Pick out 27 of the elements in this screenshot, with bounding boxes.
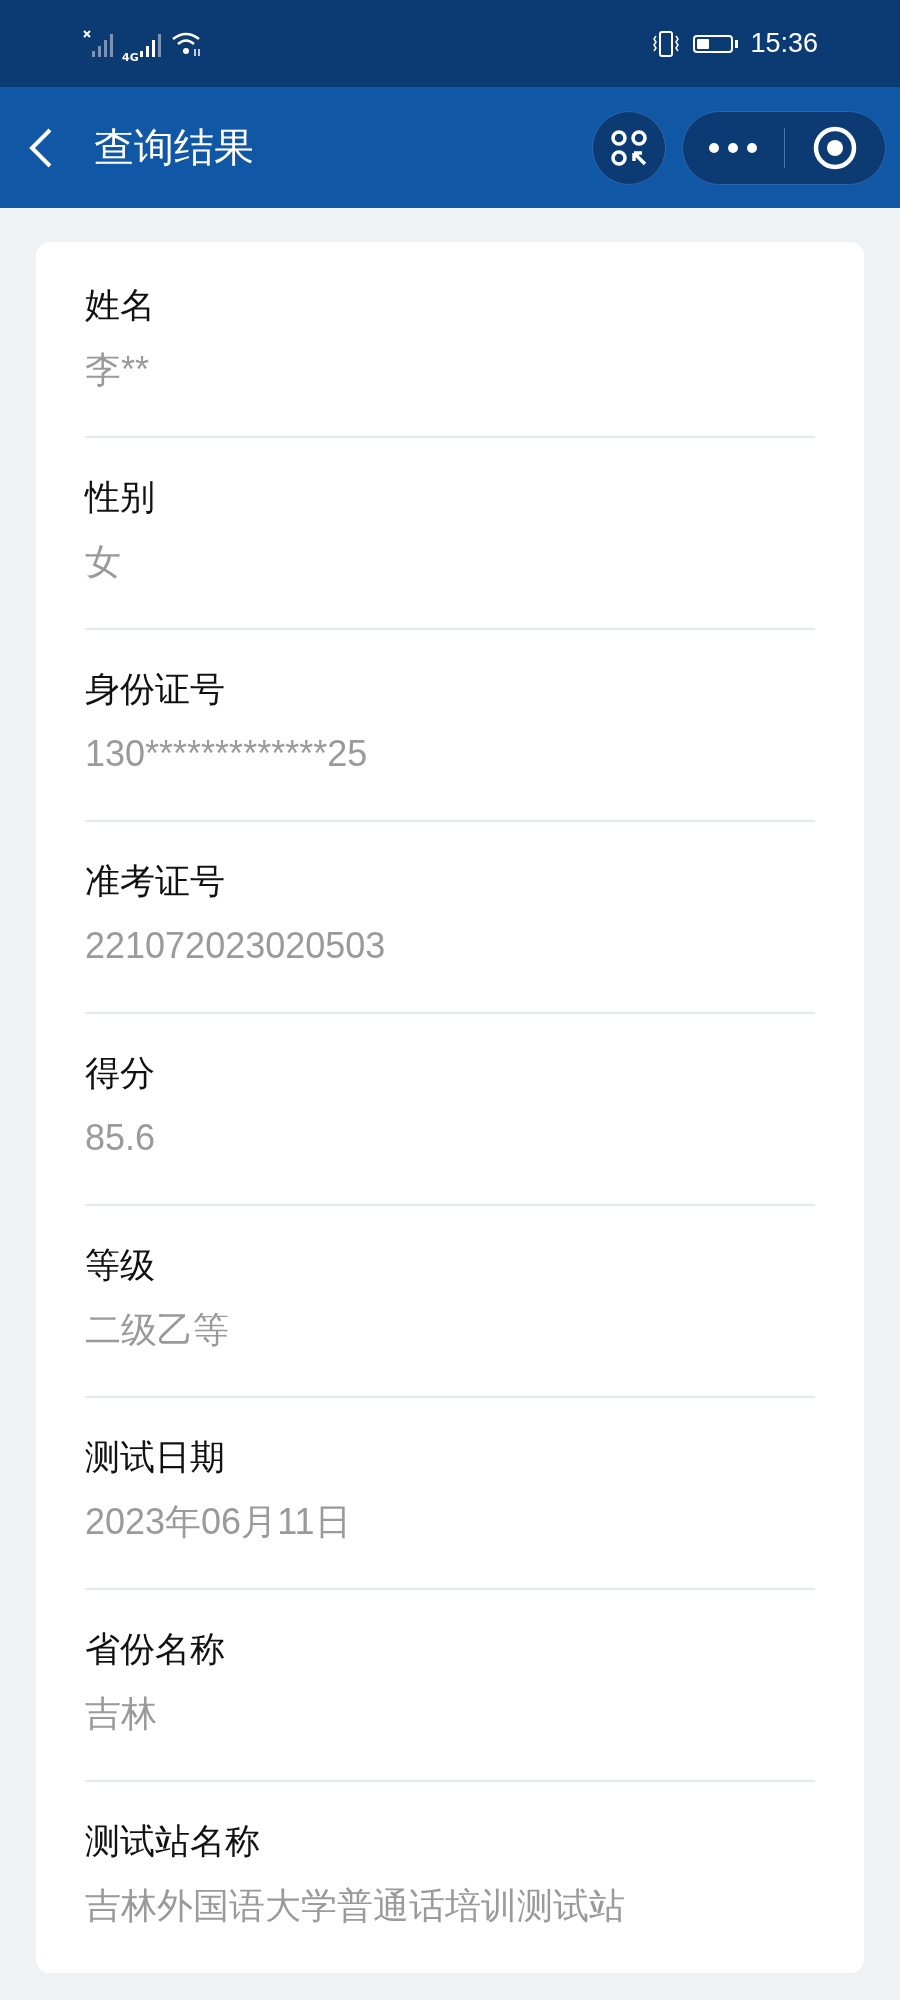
network-type: 4G — [122, 51, 139, 64]
field-label: 性别 — [85, 476, 156, 519]
field-label: 等级 — [85, 1244, 156, 1287]
target-icon — [811, 124, 858, 171]
field-label: 得分 — [85, 1052, 156, 1095]
field-label: 姓名 — [85, 284, 156, 327]
battery-icon — [693, 34, 739, 53]
field-value: 130*************25 — [85, 732, 369, 776]
field-value: 女 — [85, 540, 122, 584]
field-value: 221072023020503 — [85, 924, 387, 968]
field-value: 85.6 — [85, 1116, 157, 1160]
vibrate-icon — [651, 29, 682, 58]
field-label: 测试站名称 — [85, 1820, 261, 1863]
field-label: 身份证号 — [85, 668, 226, 711]
field-label: 测试日期 — [85, 1436, 226, 1479]
more-icon — [708, 141, 759, 154]
field-label: 省份名称 — [85, 1628, 226, 1671]
field-label: 准考证号 — [85, 860, 226, 903]
field-value: 李** — [85, 348, 151, 392]
wifi-icon — [170, 30, 203, 57]
field-value: 吉林 — [85, 1692, 158, 1736]
field-value: 2023年06月11日 — [85, 1500, 352, 1544]
page-title: 查询结果 — [94, 123, 254, 172]
field-value: 吉林外国语大学普通话培训测试站 — [85, 1884, 626, 1928]
scan-icon — [609, 127, 649, 168]
field-value: 二级乙等 — [85, 1308, 230, 1352]
clock: 15:36 — [750, 28, 818, 59]
